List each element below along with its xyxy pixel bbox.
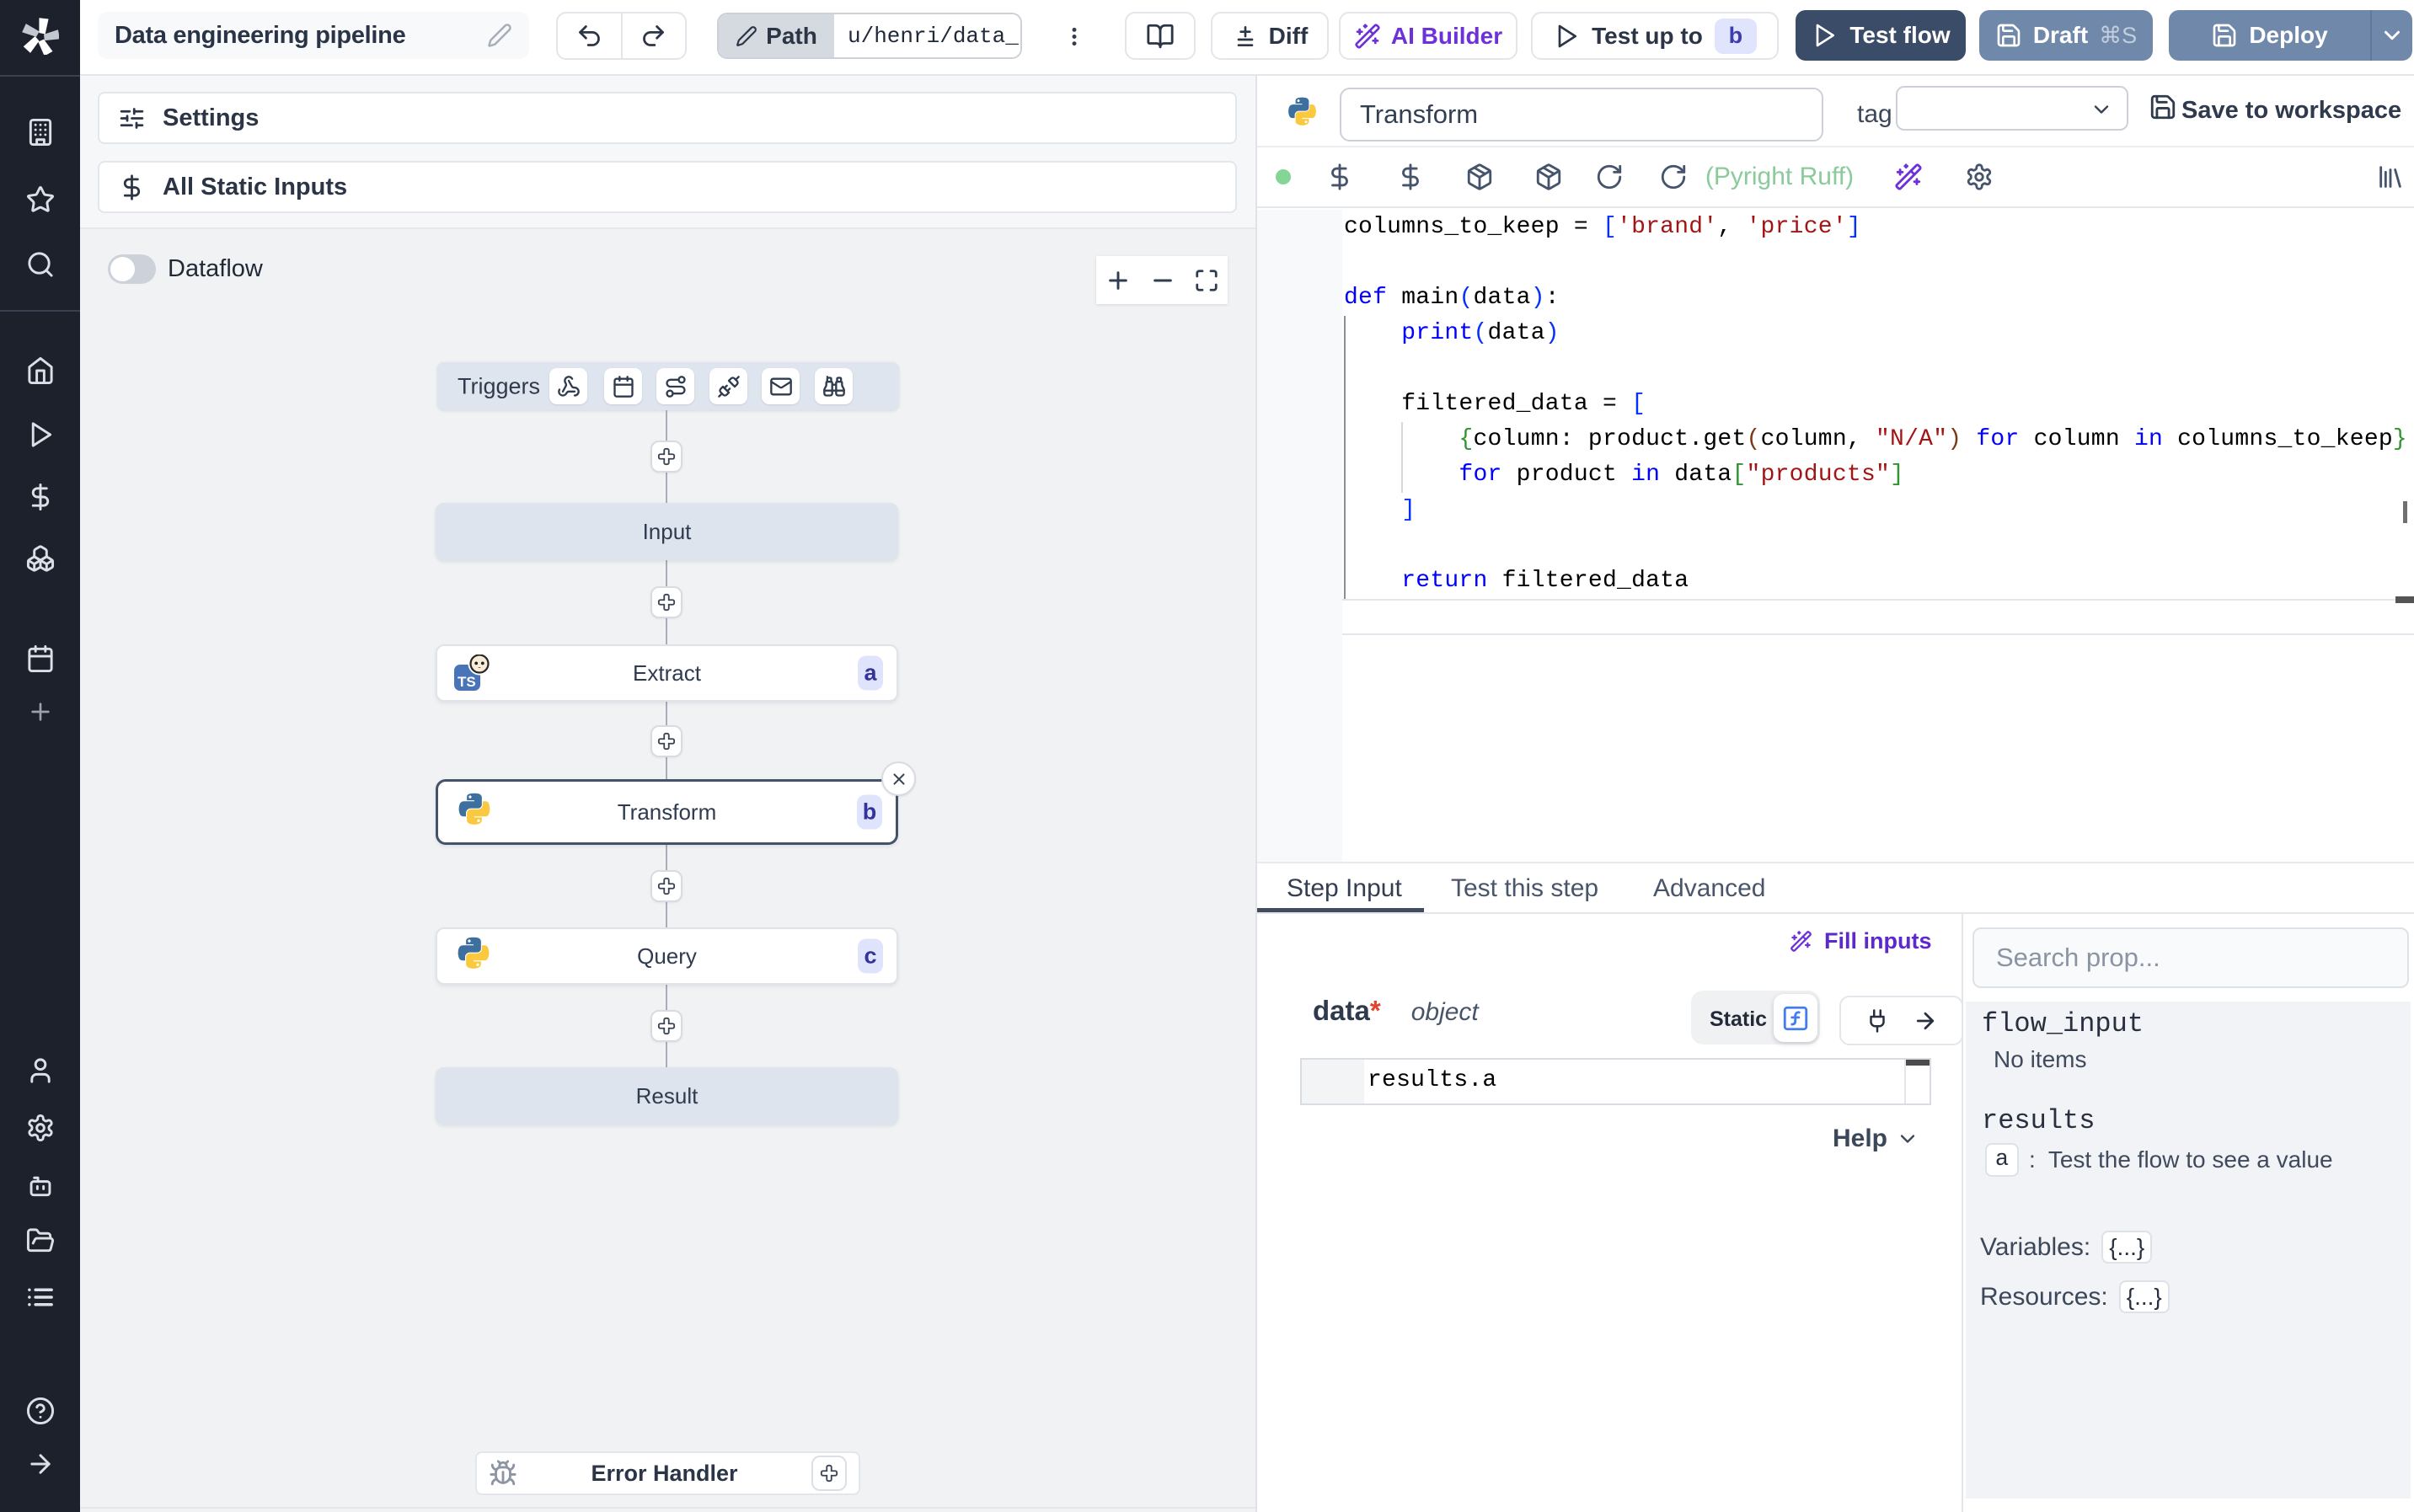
- svg-text:TS: TS: [458, 674, 476, 690]
